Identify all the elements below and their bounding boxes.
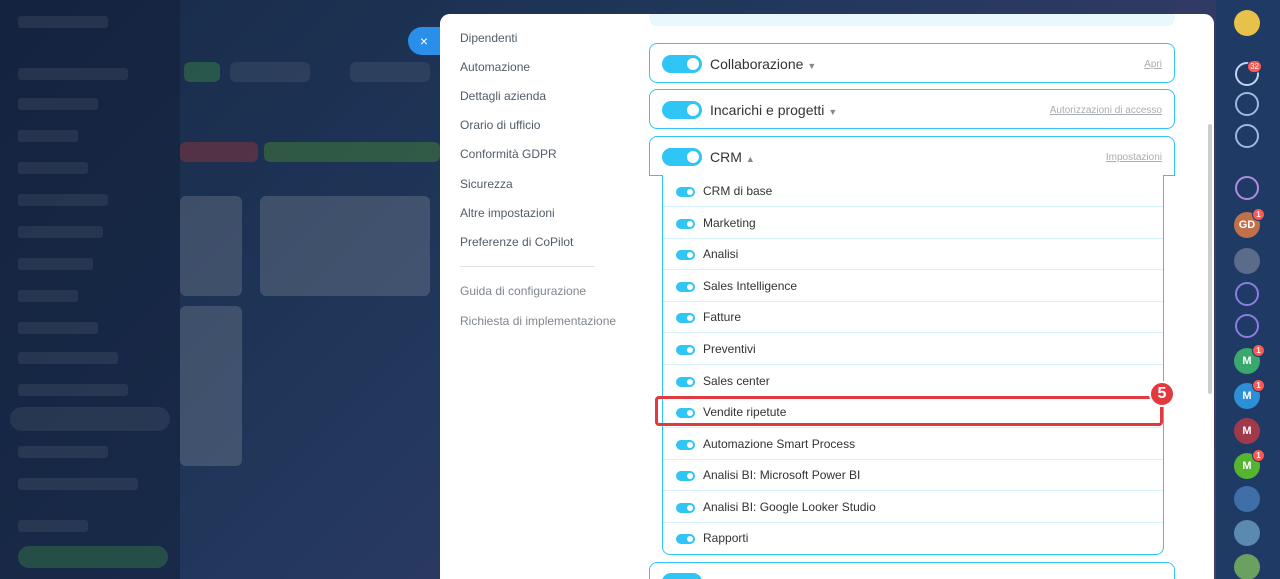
chevron-down-icon[interactable]: ▼ (828, 107, 837, 117)
message-icon[interactable] (1234, 520, 1260, 546)
crm-item-label: Preventivi (703, 342, 756, 356)
menu-item-guida[interactable]: Guida di configurazione (460, 284, 586, 298)
bell-icon[interactable]: 32 (1235, 60, 1262, 86)
close-icon: × (419, 33, 429, 49)
avatar-m-1[interactable]: M1 (1234, 344, 1265, 374)
avatar-group[interactable] (1234, 248, 1260, 274)
notification-badge: 32 (1247, 60, 1262, 73)
avatar-initials: M (1242, 390, 1252, 402)
card-action-link[interactable]: Autorizzazioni di accesso (1050, 105, 1162, 116)
avatar-initials: M (1242, 460, 1252, 472)
step-marker: 5 (1149, 381, 1175, 407)
toggle-switch[interactable] (676, 503, 695, 513)
unread-badge: 1 (1252, 344, 1265, 357)
crm-item: Automazione Smart Process (663, 428, 1163, 460)
card-title[interactable]: Incarichi e progetti (710, 102, 824, 118)
card-action-link[interactable]: Apri (1144, 59, 1162, 70)
card-action-link[interactable]: Impostazioni (1106, 152, 1162, 163)
crm-item: Fatture (663, 301, 1163, 333)
close-button[interactable]: × (408, 27, 440, 55)
crm-item: Rapporti (663, 522, 1163, 554)
chevron-down-icon[interactable]: ▼ (807, 61, 816, 71)
unread-badge: 1 (1252, 208, 1265, 221)
user-avatar[interactable] (1234, 10, 1260, 36)
toggle-switch[interactable] (676, 187, 695, 197)
menu-item-sicurezza[interactable]: Sicurezza (460, 177, 513, 191)
settings-panel: Dipendenti Automazione Dettagli azienda … (440, 14, 1214, 579)
settings-menu: Dipendenti Automazione Dettagli azienda … (440, 14, 635, 579)
card-next-partial (649, 562, 1175, 579)
calendar-icon[interactable] (1234, 554, 1260, 579)
card-crm: CRM ▲ Impostazioni (649, 136, 1175, 176)
unread-badge: 1 (1252, 449, 1265, 462)
crm-item-label: Sales center (703, 374, 770, 388)
crm-sublist: CRM di base Marketing Analisi Sales Inte… (662, 175, 1164, 555)
crm-item-label: Analisi BI: Microsoft Power BI (703, 468, 861, 482)
crm-item: CRM di base (663, 175, 1163, 207)
channel-icon-2[interactable] (1235, 314, 1259, 338)
card-title[interactable]: CRM (710, 149, 742, 165)
toggle-incarichi[interactable] (662, 101, 702, 119)
copilot-icon[interactable] (1235, 176, 1259, 200)
crm-item-label: Marketing (703, 216, 756, 230)
toggle-switch[interactable] (676, 440, 695, 450)
crm-item-label: Sales Intelligence (703, 279, 798, 293)
toggle-crm[interactable] (662, 148, 702, 166)
toggle-switch[interactable] (676, 313, 695, 323)
menu-divider (460, 266, 595, 267)
crm-item: Analisi (663, 238, 1163, 270)
card-collaborazione: Collaborazione ▼ Apri (649, 43, 1175, 83)
crm-item-label: Analisi (703, 247, 739, 261)
crm-item: Analisi BI: Google Looker Studio (663, 491, 1163, 523)
bookmark-icon[interactable] (1234, 486, 1260, 512)
chat-search-icon[interactable] (1235, 124, 1259, 148)
toggle-switch[interactable] (676, 377, 695, 387)
crm-item: Sales Intelligence (663, 270, 1163, 302)
crm-item: Analisi BI: Microsoft Power BI (663, 459, 1163, 491)
highlight-box (655, 396, 1163, 426)
avatar-m-3[interactable]: M (1234, 418, 1260, 444)
toggle-switch[interactable] (676, 219, 695, 229)
crm-item: Preventivi (663, 333, 1163, 365)
settings-content: Collaborazione ▼ Apri Incarichi e progett… (635, 14, 1214, 579)
toggle-collaborazione[interactable] (662, 55, 702, 73)
avatar-initials: M (1242, 355, 1252, 367)
crm-item: Sales center (663, 365, 1163, 397)
top-card-edge (649, 14, 1175, 26)
menu-item-orario[interactable]: Orario di ufficio (460, 118, 540, 132)
crm-item-label: Automazione Smart Process (703, 437, 856, 451)
menu-item-dettagli-azienda[interactable]: Dettagli azienda (460, 89, 546, 103)
toggle-next[interactable] (662, 573, 702, 579)
menu-item-copilot[interactable]: Preferenze di CoPilot (460, 235, 573, 249)
right-rail: 32 GD 1 M1 M1 M M1 (1216, 0, 1280, 579)
unread-badge: 1 (1252, 379, 1265, 392)
menu-item-richiesta[interactable]: Richiesta di implementazione (460, 314, 616, 328)
crm-item-label: Analisi BI: Google Looker Studio (703, 500, 876, 514)
avatar-gd[interactable]: GD 1 (1234, 208, 1265, 238)
avatar-m-4[interactable]: M1 (1234, 449, 1265, 479)
channel-icon[interactable] (1235, 282, 1259, 306)
card-title[interactable]: Collaborazione (710, 56, 803, 72)
menu-item-automazione[interactable]: Automazione (460, 60, 530, 74)
menu-item-altre-impostazioni[interactable]: Altre impostazioni (460, 206, 555, 220)
menu-item-dipendenti[interactable]: Dipendenti (460, 31, 517, 45)
crm-item-label: Rapporti (703, 531, 749, 545)
toggle-switch[interactable] (676, 282, 695, 292)
toggle-switch[interactable] (676, 534, 695, 544)
crm-item: Marketing (663, 207, 1163, 239)
crm-item-label: CRM di base (703, 184, 773, 198)
toggle-switch[interactable] (676, 345, 695, 355)
card-incarichi: Incarichi e progetti ▼ Autorizzazioni di … (649, 89, 1175, 129)
avatar-initials: M (1242, 425, 1252, 437)
scrollbar[interactable] (1208, 124, 1212, 394)
crm-item-label: Fatture (703, 310, 742, 324)
target-icon[interactable] (1235, 92, 1259, 116)
toggle-switch[interactable] (676, 250, 695, 260)
chevron-up-icon[interactable]: ▲ (746, 154, 755, 164)
avatar-m-2[interactable]: M1 (1234, 379, 1265, 409)
menu-item-gdpr[interactable]: Conformità GDPR (460, 147, 557, 161)
toggle-switch[interactable] (676, 471, 695, 481)
avatar-initials: GD (1238, 219, 1256, 231)
